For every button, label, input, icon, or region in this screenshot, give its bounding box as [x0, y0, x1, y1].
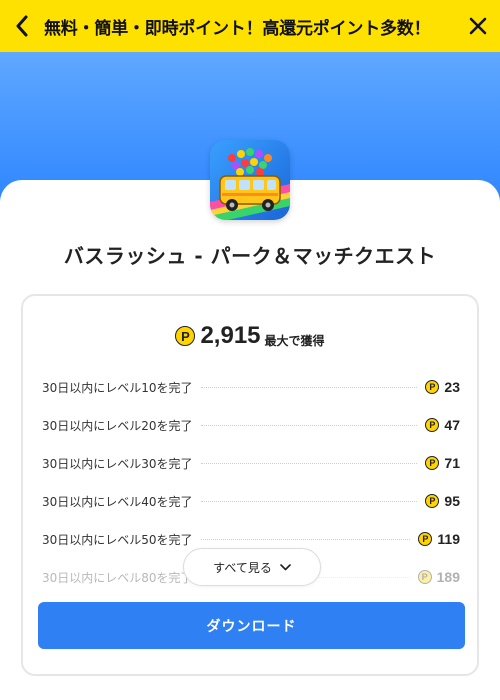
task-label: 30日以内にレベル20を完了: [42, 418, 193, 433]
task-label: 30日以内にレベル30を完了: [42, 456, 193, 471]
task-points: 95: [444, 493, 460, 509]
app-icon: [210, 140, 290, 220]
task-label: 30日以内にレベル40を完了: [42, 494, 193, 509]
chevron-left-icon: [16, 15, 28, 37]
download-button[interactable]: ダウンロード: [38, 602, 465, 649]
see-all-button[interactable]: すべて見る: [183, 548, 321, 586]
task-points: 47: [444, 417, 460, 433]
task-row: 30日以内にレベル10を完了 P 23: [42, 368, 460, 406]
total-points-suffix: 最大で獲得: [264, 333, 325, 348]
point-coin-icon: P: [418, 532, 433, 546]
back-button[interactable]: [0, 0, 44, 52]
dotted-leader: [200, 386, 418, 388]
task-row: 30日以内にレベル30を完了 P 71: [42, 444, 460, 482]
see-all-label: すべて見る: [213, 560, 272, 575]
task-points: 119: [437, 531, 460, 547]
points-card: P 2,915 最大で獲得 30日以内にレベル10を完了 P 23 30日以内に…: [21, 294, 479, 676]
dotted-leader: [200, 538, 411, 540]
dotted-leader: [200, 424, 418, 426]
task-row: 30日以内にレベル40を完了 P 95: [42, 482, 460, 520]
point-coin-icon: P: [425, 494, 440, 508]
point-coin-icon: P: [425, 418, 440, 432]
total-points: P 2,915 最大で獲得: [23, 322, 477, 350]
chevron-down-icon: [280, 563, 291, 571]
task-label: 30日以内にレベル10を完了: [42, 380, 193, 395]
bus-game-app-icon: [210, 140, 290, 220]
total-points-value: 2,915: [200, 322, 261, 349]
point-coin-icon: P: [425, 380, 440, 394]
task-label: 30日以内にレベル50を完了: [42, 532, 193, 547]
point-coin-icon: P: [175, 326, 196, 346]
point-coin-icon: P: [417, 570, 432, 584]
task-points: 189: [436, 569, 460, 585]
close-icon: [469, 17, 487, 35]
dotted-leader: [200, 462, 418, 464]
dotted-leader: [200, 500, 418, 502]
app-name: バスラッシュ - パーク＆マッチクエスト: [63, 244, 437, 268]
task-points: 23: [444, 379, 460, 395]
close-button[interactable]: [456, 0, 500, 52]
header-bar: 無料・簡単・即時ポイント！高還元ポイント多数！: [0, 0, 500, 52]
header-title: 無料・簡単・即時ポイント！高還元ポイント多数！: [44, 18, 431, 39]
point-coin-icon: P: [425, 456, 440, 470]
task-label: 30日以内にレベル80を完了: [42, 570, 193, 585]
task-row: 30日以内にレベル20を完了 P 47: [42, 406, 460, 444]
task-points: 71: [444, 455, 460, 471]
